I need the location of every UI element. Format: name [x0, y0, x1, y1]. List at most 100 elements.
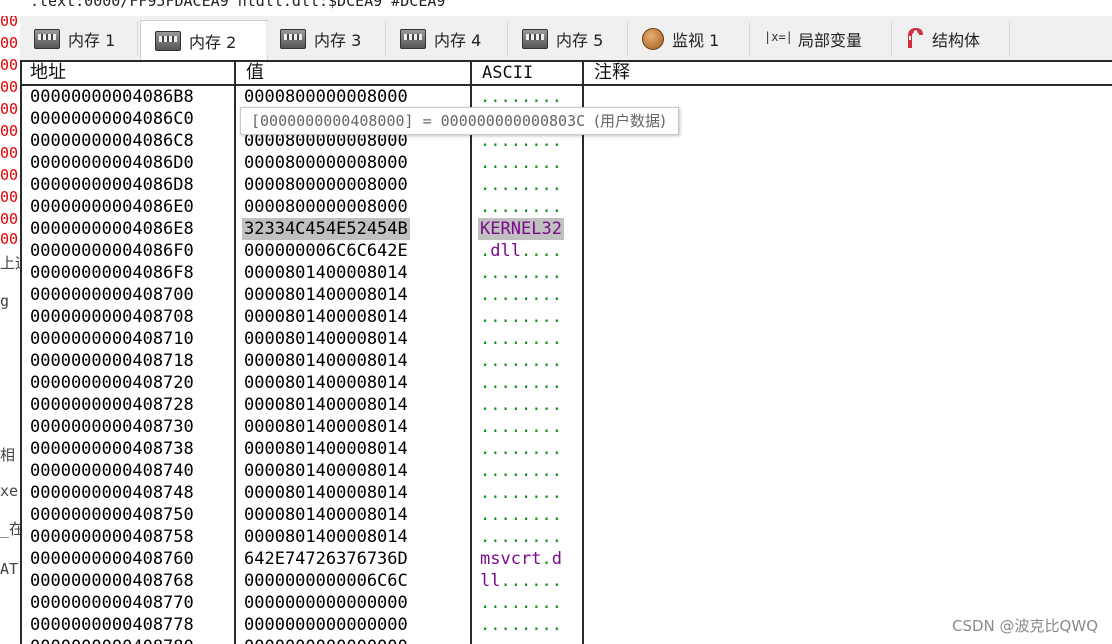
row-address[interactable]: 0000000000408768: [30, 570, 194, 592]
row-address[interactable]: 0000000000408778: [30, 614, 194, 636]
memory-row[interactable]: 00000000004086F8 0000801400008014........: [22, 262, 1112, 284]
row-ascii[interactable]: ........: [480, 262, 562, 284]
row-value[interactable]: 0000000000000000: [244, 614, 408, 636]
row-value[interactable]: 0000801400008014: [244, 504, 408, 526]
tab-5[interactable]: 内存 5: [508, 22, 628, 56]
row-value[interactable]: 0000801400008014: [244, 372, 408, 394]
column-header-comment[interactable]: 注释: [586, 62, 1106, 84]
row-ascii[interactable]: ........: [480, 438, 562, 460]
row-value[interactable]: 0000801400008014: [244, 416, 408, 438]
row-value[interactable]: 0000801400008014: [244, 262, 408, 284]
row-ascii[interactable]: ........: [480, 350, 562, 372]
tab-3[interactable]: 内存 3: [266, 22, 386, 56]
row-value[interactable]: 32334C454E52454B: [242, 218, 410, 240]
memory-dump-view[interactable]: 地址 值 ASCII 注释 00000000004086B8 0000800000…: [20, 60, 1112, 644]
row-ascii[interactable]: ........: [480, 174, 562, 196]
row-ascii[interactable]: ........: [480, 306, 562, 328]
column-header-address[interactable]: 地址: [22, 62, 236, 84]
row-ascii[interactable]: ........: [480, 328, 562, 350]
row-ascii[interactable]: ........: [480, 372, 562, 394]
memory-row[interactable]: 0000000000408760 642E74726376736D msvcrt.d: [22, 548, 1112, 570]
memory-row[interactable]: 0000000000408710 0000801400008014........: [22, 328, 1112, 350]
row-value[interactable]: 0000000000000000: [244, 592, 408, 614]
row-ascii[interactable]: msvcrt.d: [480, 548, 562, 570]
memory-row[interactable]: 0000000000408720 0000801400008014........: [22, 372, 1112, 394]
tab-2[interactable]: 内存 2: [140, 20, 268, 60]
row-ascii[interactable]: .dll....: [480, 240, 562, 262]
row-value[interactable]: 0000801400008014: [244, 306, 408, 328]
column-header-ascii[interactable]: ASCII: [474, 62, 582, 84]
memory-row[interactable]: 00000000004086E0 0000800000008000........: [22, 196, 1112, 218]
row-ascii[interactable]: ........: [480, 284, 562, 306]
row-address[interactable]: 0000000000408770: [30, 592, 194, 614]
row-address[interactable]: 0000000000408720: [30, 372, 194, 394]
row-ascii[interactable]: ........: [480, 636, 562, 644]
memory-row[interactable]: 00000000004086F0 000000006C6C642E .dll....: [22, 240, 1112, 262]
row-address[interactable]: 0000000000408710: [30, 328, 194, 350]
memory-row[interactable]: 0000000000408778 0000000000000000........: [22, 614, 1112, 636]
row-address[interactable]: 0000000000408780: [30, 636, 194, 644]
row-address[interactable]: 0000000000408738: [30, 438, 194, 460]
row-ascii[interactable]: ........: [480, 394, 562, 416]
memory-row[interactable]: 00000000004086E8 32334C454E52454B KERNEL32: [22, 218, 1112, 240]
memory-row[interactable]: 00000000004086B8 0000800000008000........: [22, 86, 1112, 108]
memory-row[interactable]: 00000000004086D0 0000800000008000........: [22, 152, 1112, 174]
row-value[interactable]: 0000801400008014: [244, 482, 408, 504]
row-address[interactable]: 00000000004086D8: [30, 174, 194, 196]
row-address[interactable]: 0000000000408750: [30, 504, 194, 526]
row-address[interactable]: 00000000004086B8: [30, 86, 194, 108]
row-ascii[interactable]: ........: [480, 86, 562, 108]
row-value[interactable]: 0000801400008014: [244, 350, 408, 372]
memory-row[interactable]: 0000000000408708 0000801400008014........: [22, 306, 1112, 328]
row-ascii[interactable]: KERNEL32: [478, 218, 564, 240]
memory-row[interactable]: 0000000000408750 0000801400008014........: [22, 504, 1112, 526]
row-address[interactable]: 0000000000408730: [30, 416, 194, 438]
row-address[interactable]: 0000000000408700: [30, 284, 194, 306]
row-address[interactable]: 00000000004086D0: [30, 152, 194, 174]
row-ascii[interactable]: ........: [480, 526, 562, 548]
row-ascii[interactable]: ........: [480, 460, 562, 482]
row-value[interactable]: 0000800000008000: [244, 152, 408, 174]
row-value[interactable]: 0000801400008014: [244, 328, 408, 350]
row-ascii[interactable]: ........: [480, 614, 562, 636]
row-value[interactable]: 0000000000000000: [244, 636, 408, 644]
memory-row[interactable]: 0000000000408770 0000000000000000........: [22, 592, 1112, 614]
memory-row[interactable]: 0000000000408700 0000801400008014........: [22, 284, 1112, 306]
row-address[interactable]: 0000000000408708: [30, 306, 194, 328]
memory-row[interactable]: 0000000000408768 0000000000006C6C ll......: [22, 570, 1112, 592]
row-address[interactable]: 00000000004086E0: [30, 196, 194, 218]
row-ascii[interactable]: ........: [480, 504, 562, 526]
row-value[interactable]: 0000801400008014: [244, 460, 408, 482]
row-address[interactable]: 00000000004086F0: [30, 240, 194, 262]
row-ascii[interactable]: ........: [480, 416, 562, 438]
row-ascii[interactable]: ll......: [480, 570, 562, 592]
row-address[interactable]: 0000000000408740: [30, 460, 194, 482]
row-address[interactable]: 00000000004086C8: [30, 130, 194, 152]
row-ascii[interactable]: ........: [480, 196, 562, 218]
tab-7[interactable]: |x=| 局部变量: [750, 22, 892, 56]
memory-row[interactable]: 0000000000408740 0000801400008014........: [22, 460, 1112, 482]
row-address[interactable]: 0000000000408728: [30, 394, 194, 416]
column-header-value[interactable]: 值: [238, 62, 472, 84]
memory-row[interactable]: 0000000000408730 0000801400008014........: [22, 416, 1112, 438]
row-ascii[interactable]: ........: [480, 152, 562, 174]
tab-1[interactable]: 内存 1: [20, 22, 138, 56]
row-value[interactable]: 0000000000006C6C: [244, 570, 408, 592]
row-ascii[interactable]: ........: [480, 482, 562, 504]
row-value[interactable]: 642E74726376736D: [244, 548, 408, 570]
row-value[interactable]: 0000800000008000: [244, 174, 408, 196]
row-ascii[interactable]: ........: [480, 592, 562, 614]
row-value[interactable]: 000000006C6C642E: [244, 240, 408, 262]
row-address[interactable]: 00000000004086C0: [30, 108, 194, 130]
row-address[interactable]: 0000000000408760: [30, 548, 194, 570]
row-value[interactable]: 0000801400008014: [244, 284, 408, 306]
row-value[interactable]: 0000801400008014: [244, 438, 408, 460]
memory-row[interactable]: 0000000000408738 0000801400008014........: [22, 438, 1112, 460]
memory-row[interactable]: 0000000000408780 0000000000000000........: [22, 636, 1112, 644]
memory-row[interactable]: 0000000000408718 0000801400008014........: [22, 350, 1112, 372]
memory-row[interactable]: 0000000000408728 0000801400008014........: [22, 394, 1112, 416]
tab-8[interactable]: 结构体: [892, 22, 1010, 56]
memory-row[interactable]: 0000000000408748 0000801400008014........: [22, 482, 1112, 504]
tab-6[interactable]: 监视 1: [628, 22, 750, 56]
row-value[interactable]: 0000800000008000: [244, 196, 408, 218]
